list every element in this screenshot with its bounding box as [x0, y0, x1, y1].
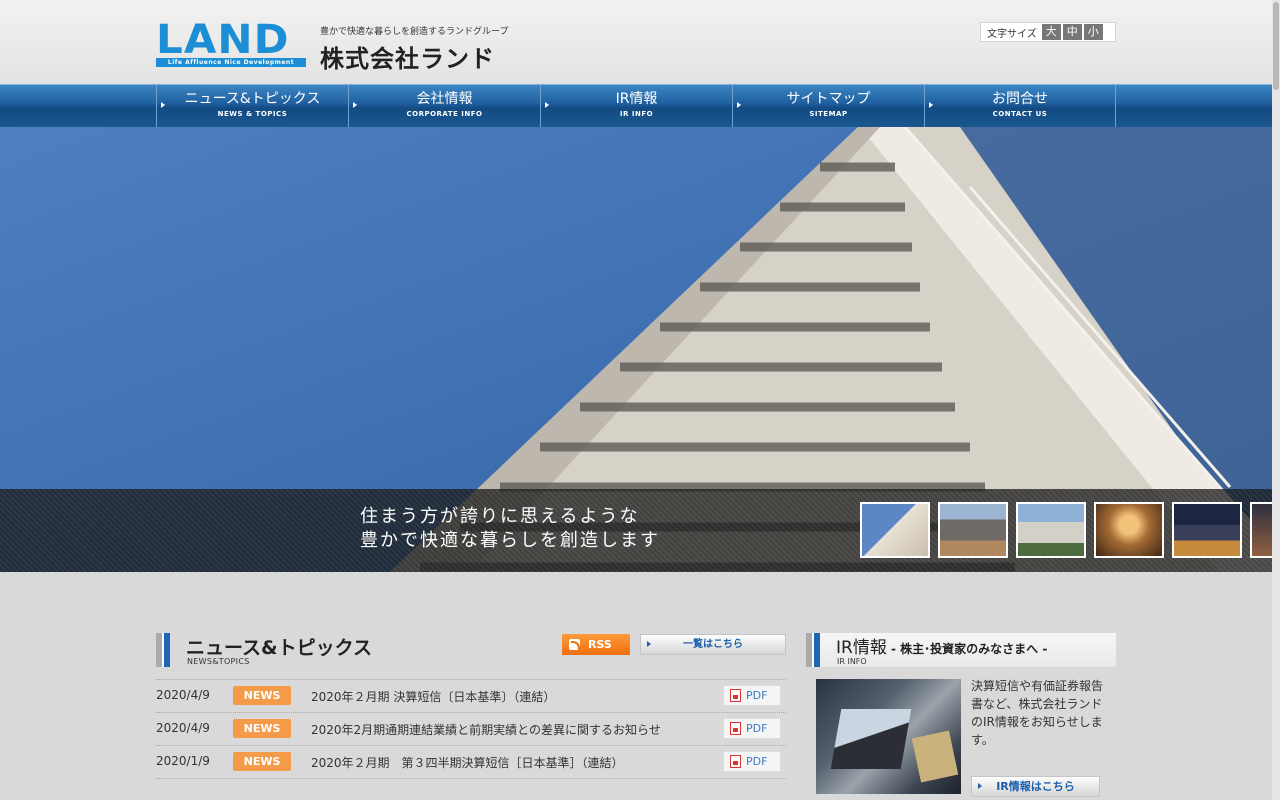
pdf-label: PDF — [746, 755, 768, 768]
hero-thumbnail[interactable] — [1016, 502, 1086, 558]
ir-title-main: IR情報 — [836, 638, 887, 658]
ir-description: 決算短信や有価証券報告書など、株式会社ランドのIR情報をお知らせします。 — [971, 679, 1104, 747]
font-size-label: 文字サイズ — [987, 28, 1037, 40]
ir-photo — [816, 679, 961, 794]
news-list-label: 一覧はこちら — [683, 639, 743, 650]
nav-news[interactable]: ニュース&トピックス NEWS & TOPICS — [156, 85, 348, 127]
nav-contact[interactable]: お問合せ CONTACT US — [924, 85, 1116, 127]
rss-label: RSS — [588, 638, 612, 651]
rss-button[interactable]: RSS — [562, 634, 630, 655]
news-title-en: NEWS&TOPICS — [187, 657, 250, 666]
news-heading: ニュース&トピックス NEWS&TOPICS RSS 一覧はこちら — [156, 633, 786, 667]
arrow-right-icon — [929, 102, 933, 108]
laptop-image — [830, 709, 912, 769]
land-logo[interactable]: LAND Life Affluence Nice Development — [156, 20, 306, 67]
page-scrollbar[interactable] — [1272, 0, 1280, 800]
pdf-link[interactable]: PDF — [723, 718, 781, 739]
nav-sitemap[interactable]: サイトマップ SITEMAP — [732, 85, 924, 127]
hero-copy: 住まう方が誇りに思えるような 豊かで快適な暮らしを創造します — [360, 505, 660, 553]
ir-title-en: IR INFO — [837, 657, 867, 666]
rss-icon — [569, 639, 580, 650]
news-badge: NEWS — [233, 752, 291, 771]
arrow-right-icon — [545, 102, 549, 108]
hero-thumbnails — [860, 502, 1272, 558]
scrollbar-thumb[interactable] — [1273, 2, 1279, 90]
arrow-right-icon — [647, 641, 651, 647]
nav-corporate[interactable]: 会社情報 CORPORATE INFO — [348, 85, 540, 127]
news-date: 2020/4/9 — [156, 688, 210, 702]
news-item-title[interactable]: 2020年２月期 決算短信〔日本基準〕（連結） — [311, 688, 555, 705]
news-title: ニュース&トピックス — [186, 637, 373, 659]
pdf-label: PDF — [746, 689, 768, 702]
company-logo[interactable]: 豊かで快適な暮らしを創造するランドグループ 株式会社ランド — [320, 24, 508, 74]
hero-thumbnail[interactable] — [1172, 502, 1242, 558]
nav-label: ニュース&トピックス — [184, 91, 321, 107]
arrow-right-icon — [353, 102, 357, 108]
news-item-title[interactable]: 2020年２月期 第３四半期決算短信［日本基準］（連結） — [311, 754, 624, 771]
pdf-icon — [730, 689, 741, 702]
pdf-icon — [730, 755, 741, 768]
nav-label: お問合せ — [992, 91, 1048, 107]
news-item: 2020/4/9 NEWS 2020年2月期通期連結業績と前期実績との差異に関す… — [156, 713, 786, 746]
nav-label-en: CONTACT US — [992, 110, 1048, 118]
news-list-button[interactable]: 一覧はこちら — [640, 634, 786, 655]
news-item: 2020/4/9 NEWS 2020年２月期 決算短信〔日本基準〕（連結） PD… — [156, 680, 786, 713]
ir-info-button[interactable]: IR情報はこちら — [971, 776, 1100, 797]
logo-sub: Life Affluence Nice Development — [156, 58, 306, 67]
nav-label: IR情報 — [615, 91, 658, 107]
news-item-title[interactable]: 2020年2月期通期連結業績と前期実績との差異に関するお知らせ — [311, 721, 661, 738]
logo-word: LAND — [156, 17, 290, 63]
news-item: 2020/1/9 NEWS 2020年２月期 第３四半期決算短信［日本基準］（連… — [156, 746, 786, 779]
hero-slideshow: 住まう方が誇りに思えるような 豊かで快適な暮らしを創造します — [0, 127, 1272, 572]
global-nav: ニュース&トピックス NEWS & TOPICS 会社情報 CORPORATE … — [0, 84, 1280, 127]
nav-label-en: SITEMAP — [809, 110, 848, 118]
ir-title: IR情報 - 株主･投資家のみなさまへ - — [836, 633, 1047, 658]
font-size-large-button[interactable]: 大 — [1041, 24, 1061, 40]
nav-label: 会社情報 — [416, 91, 473, 107]
heading-bar-icon — [156, 633, 174, 667]
pdf-label: PDF — [746, 722, 768, 735]
hero-copy-line2: 豊かで快適な暮らしを創造します — [360, 530, 660, 551]
hero-thumbnail[interactable] — [860, 502, 930, 558]
ir-subtitle: - 株主･投資家のみなさまへ - — [886, 642, 1048, 656]
font-size-switcher: 文字サイズ 大 中 小 — [980, 22, 1116, 42]
pdf-icon — [730, 722, 741, 735]
news-badge: NEWS — [233, 719, 291, 738]
news-list: 2020/4/9 NEWS 2020年２月期 決算短信〔日本基準〕（連結） PD… — [156, 679, 786, 779]
ir-heading: IR情報 - 株主･投資家のみなさまへ - IR INFO — [806, 633, 1116, 667]
hero-copy-line1: 住まう方が誇りに思えるような — [360, 506, 640, 527]
font-size-medium-button[interactable]: 中 — [1062, 24, 1082, 40]
ir-info-label: IR情報はこちら — [996, 780, 1075, 793]
nav-label-en: NEWS & TOPICS — [217, 110, 288, 118]
nav-label: サイトマップ — [786, 91, 871, 107]
document-image — [911, 730, 959, 783]
arrow-right-icon — [737, 102, 741, 108]
ir-section: IR情報 - 株主･投資家のみなさまへ - IR INFO 決算短信や有価証券報… — [806, 633, 1116, 797]
pdf-link[interactable]: PDF — [723, 685, 781, 706]
news-section: ニュース&トピックス NEWS&TOPICS RSS 一覧はこちら 2020/4… — [156, 633, 786, 779]
heading-bar-icon — [806, 633, 824, 667]
tagline: 豊かで快適な暮らしを創造するランドグループ — [320, 27, 509, 37]
hero-thumbnail[interactable] — [1094, 502, 1164, 558]
pdf-link[interactable]: PDF — [723, 751, 781, 772]
site-header: LAND Life Affluence Nice Development 豊かで… — [0, 0, 1280, 84]
nav-ir[interactable]: IR情報 IR INFO — [540, 85, 732, 127]
hero-thumbnail[interactable] — [1250, 502, 1272, 558]
arrow-right-icon — [978, 783, 982, 789]
news-date: 2020/1/9 — [156, 754, 210, 768]
news-badge: NEWS — [233, 686, 291, 705]
nav-label-en: CORPORATE INFO — [406, 110, 483, 118]
news-date: 2020/4/9 — [156, 721, 210, 735]
company-name: 株式会社ランド — [320, 45, 495, 73]
arrow-right-icon — [161, 102, 165, 108]
font-size-small-button[interactable]: 小 — [1083, 24, 1103, 40]
nav-label-en: IR INFO — [619, 110, 654, 118]
hero-thumbnail[interactable] — [938, 502, 1008, 558]
